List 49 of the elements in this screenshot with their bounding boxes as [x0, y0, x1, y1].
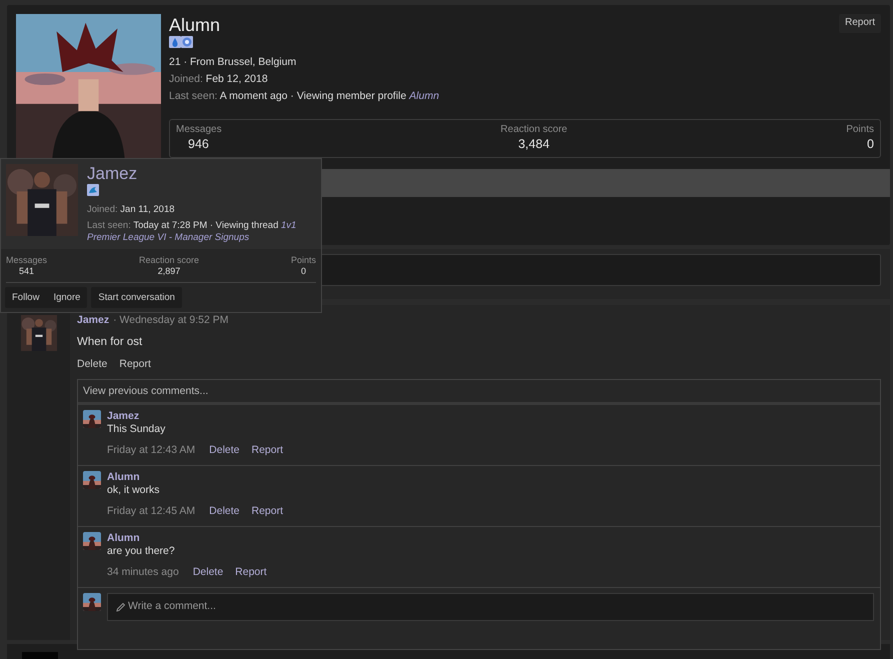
- view-previous-link[interactable]: View previous comments...: [83, 384, 208, 397]
- action-link[interactable]: Delete: [192, 566, 224, 578]
- last-seen: Last seen: A moment ago · Viewing member profile Alumn: [169, 90, 440, 104]
- stat-value: 946: [187, 136, 210, 152]
- comment-text: This Sunday: [107, 422, 166, 436]
- stat-value: 0: [300, 266, 307, 278]
- stat-value: 3,484: [517, 136, 551, 152]
- username[interactable]: Jamez: [107, 410, 296, 423]
- stat-label: Reaction score: [138, 255, 200, 266]
- orb-icon: [181, 36, 193, 48]
- stat-label: Points: [290, 255, 316, 266]
- action-link[interactable]: Report: [252, 444, 284, 456]
- joined-date: Joined: Feb 12, 2018: [169, 73, 269, 86]
- username[interactable]: Alumn: [107, 532, 279, 545]
- post-time: · Wednesday at 9:52 PM: [113, 314, 228, 328]
- joined-date: Joined: Jan 11, 2018: [87, 204, 176, 216]
- wave-icon: [87, 184, 99, 196]
- stat-value: 2,897: [156, 266, 182, 278]
- stat-value: 0: [866, 136, 874, 152]
- comment-time: 34 minutes ago: [107, 566, 179, 578]
- username[interactable]: Jamez: [77, 314, 110, 328]
- username[interactable]: Alumn: [107, 470, 296, 484]
- last-seen: Last seen: Today at 7:28 PM · Viewing thread 1v1 Premier League VI - Manager Signups: [87, 220, 298, 244]
- action-link[interactable]: Report: [119, 358, 151, 370]
- comment-time: Friday at 12:43 AM: [107, 444, 196, 456]
- popup-button[interactable]: Ignore: [46, 286, 88, 308]
- comment-text: ok, it works: [107, 484, 161, 497]
- comment-time: Friday at 12:45 AM: [107, 505, 196, 517]
- post-text: When for ost: [77, 335, 144, 350]
- action-link[interactable]: Delete: [209, 444, 240, 456]
- username: Alumn: [169, 14, 220, 36]
- popup-button[interactable]: Start conversation: [91, 286, 182, 308]
- stat-label: Reaction score: [500, 124, 568, 137]
- stat-label: Points: [846, 124, 874, 137]
- report-button[interactable]: Report: [838, 14, 881, 32]
- stat-label: Messages: [6, 255, 48, 266]
- stat-label: Messages: [176, 124, 222, 137]
- stat-value: 541: [18, 266, 36, 278]
- user-info: 21 · From Brussel, Belgium: [169, 56, 298, 70]
- action-link[interactable]: Delete: [77, 358, 108, 370]
- comment-text: are you there?: [107, 544, 176, 558]
- action-link[interactable]: Delete: [209, 505, 240, 517]
- pencil-icon: [116, 602, 126, 612]
- comment-field[interactable]: Write a comment...: [107, 592, 874, 621]
- action-link[interactable]: Report: [252, 505, 284, 517]
- action-link[interactable]: Report: [235, 566, 267, 578]
- popup-button[interactable]: Follow: [5, 286, 46, 308]
- drop-icon: [169, 36, 181, 48]
- username[interactable]: Jamez: [87, 164, 316, 184]
